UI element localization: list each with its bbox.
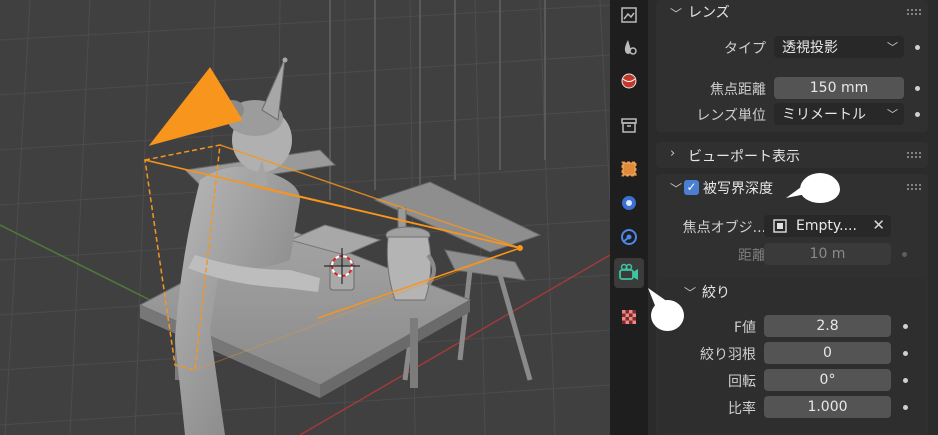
rotation-label: 回転 [728, 374, 756, 390]
aperture-header[interactable]: ﹀ 絞り [658, 278, 926, 304]
focal-length-field[interactable]: 150 mm [774, 77, 904, 99]
aperture-subpanel: ﹀ 絞り F値 2.8 絞り羽根 0 回転 0° 比率 1.000 [658, 278, 926, 433]
drag-handle-icon[interactable] [906, 183, 922, 191]
depth-of-field-panel: ﹀ ✓ 被写界深度 焦点オブジ... Empty.... ✕ 距離 10 m ﹀… [656, 174, 928, 435]
particles-tab-icon[interactable] [614, 32, 644, 62]
chevron-right-icon: › [670, 146, 676, 161]
chevron-down-icon: ﹀ [684, 286, 697, 300]
keyframe-dot-icon[interactable] [903, 324, 908, 329]
viewport-display-title: ビューポート表示 [688, 149, 800, 165]
ratio-label: 比率 [728, 401, 756, 417]
y-axis-line [0, 224, 151, 301]
keyframe-dot-icon [902, 252, 907, 257]
dof-panel-title: 被写界深度 [703, 181, 773, 197]
lens-panel: ﹀ レンズ タイプ 透視投影 ﹀ 焦点距離 150 mm レンズ単位 ミリメート… [656, 0, 928, 132]
properties-editor: ﹀ レンズ タイプ 透視投影 ﹀ 焦点距離 150 mm レンズ単位 ミリメート… [648, 0, 938, 435]
keyframe-dot-icon[interactable] [915, 86, 920, 91]
modifier-tab-icon[interactable] [614, 188, 644, 218]
lens-unit-label: レンズ単位 [696, 108, 766, 124]
distance-label: 距離 [738, 248, 766, 264]
viewport-display-panel[interactable]: › ビューポート表示 [656, 142, 928, 168]
focal-length-label: 焦点距離 [710, 82, 766, 98]
3d-viewport[interactable] [0, 0, 610, 435]
constraints-tab-icon[interactable] [614, 222, 644, 252]
type-value: 透視投影 [782, 40, 838, 56]
focus-object-label: 焦点オブジ... [682, 220, 766, 236]
drag-handle-icon[interactable] [906, 151, 922, 159]
chevron-down-icon: ﹀ [887, 108, 898, 121]
physics-tab-icon[interactable] [614, 66, 644, 96]
lens-panel-header[interactable]: ﹀ レンズ [656, 0, 928, 25]
chevron-down-icon: ﹀ [670, 7, 683, 21]
fstop-field[interactable]: 2.8 [764, 315, 891, 337]
distance-field: 10 m [764, 243, 891, 265]
keyframe-dot-icon[interactable] [903, 378, 908, 383]
keyframe-dot-icon[interactable] [915, 45, 920, 50]
focus-object-field[interactable]: Empty.... ✕ [764, 215, 891, 237]
chevron-down-icon: ﹀ [670, 182, 683, 196]
lens-unit-dropdown[interactable]: ミリメートル ﹀ [774, 103, 904, 125]
callout-tail [786, 182, 808, 198]
type-dropdown[interactable]: 透視投影 ﹀ [774, 36, 904, 58]
viewport-display-header[interactable]: › ビューポート表示 [656, 142, 928, 168]
collection-tab-icon[interactable] [614, 110, 644, 140]
empty-object-icon [773, 219, 787, 233]
dof-enable-checkbox[interactable]: ✓ [684, 180, 699, 195]
lens-panel-title: レンズ [688, 5, 730, 21]
keyframe-dot-icon[interactable] [903, 405, 908, 410]
camera-data-tab-icon[interactable] [614, 258, 644, 288]
rotation-field[interactable]: 0° [764, 369, 891, 391]
texture-tab-icon[interactable] [614, 302, 644, 332]
callout-tail [648, 288, 668, 308]
object-tab-icon[interactable] [614, 154, 644, 184]
render-tab-icon[interactable] [614, 0, 644, 30]
focus-object-value: Empty.... [796, 218, 857, 234]
keyframe-dot-icon[interactable] [903, 351, 908, 356]
chevron-down-icon: ﹀ [887, 41, 898, 54]
aperture-title: 絞り [702, 285, 730, 301]
type-label: タイプ [724, 41, 766, 57]
close-icon[interactable]: ✕ [872, 216, 885, 234]
blades-field[interactable]: 0 [764, 342, 891, 364]
blades-label: 絞り羽根 [700, 347, 756, 363]
keyframe-dot-icon[interactable] [915, 112, 920, 117]
empty-cone [261, 57, 286, 121]
drag-handle-icon[interactable] [906, 8, 922, 16]
properties-tab-strip [610, 0, 648, 435]
ratio-field[interactable]: 1.000 [764, 396, 891, 418]
lens-unit-value: ミリメートル [782, 107, 866, 123]
